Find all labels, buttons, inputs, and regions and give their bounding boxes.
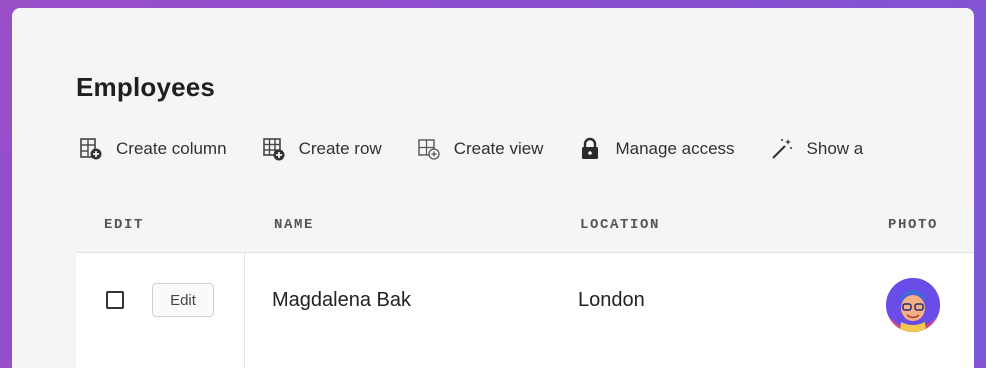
column-header-location[interactable]: LOCATION (580, 217, 660, 233)
toolbar: Create column Create row Create view Man… (78, 134, 863, 164)
avatar[interactable] (886, 278, 940, 332)
create-column-button[interactable]: Create column (78, 136, 227, 162)
magic-wand-icon (769, 136, 795, 162)
create-row-label: Create row (298, 139, 382, 158)
add-view-icon (416, 136, 442, 162)
table-row-partial[interactable] (76, 349, 974, 368)
edit-cell: Edit (76, 253, 245, 349)
column-header-name[interactable]: NAME (274, 217, 314, 233)
name-cell: Magdalena Bak (272, 289, 411, 311)
create-view-button[interactable]: Create view (416, 136, 544, 162)
column-header-edit[interactable]: EDIT (104, 217, 144, 233)
column-header-photo[interactable]: PHOTO (888, 217, 938, 233)
avatar-illustration (886, 278, 940, 332)
location-cell: London (578, 289, 645, 311)
manage-access-button[interactable]: Manage access (577, 136, 735, 162)
edit-button[interactable]: Edit (152, 283, 214, 317)
lock-icon (577, 136, 603, 162)
table-row[interactable]: Edit Magdalena Bak London (76, 252, 974, 350)
show-label: Show a (806, 139, 864, 158)
page-title: Employees (76, 72, 216, 102)
create-row-button[interactable]: Create row (261, 136, 382, 162)
create-view-label: Create view (453, 139, 544, 158)
create-column-label: Create column (116, 139, 227, 158)
manage-access-label: Manage access (615, 139, 735, 158)
table-header: EDIT NAME LOCATION PHOTO (76, 208, 974, 248)
column-separator (244, 349, 245, 368)
add-row-icon (261, 136, 287, 162)
row-checkbox[interactable] (106, 291, 124, 309)
add-column-icon (78, 136, 104, 162)
app-panel: Employees Create column Create row Creat… (12, 8, 974, 368)
show-button[interactable]: Show a (769, 136, 864, 162)
